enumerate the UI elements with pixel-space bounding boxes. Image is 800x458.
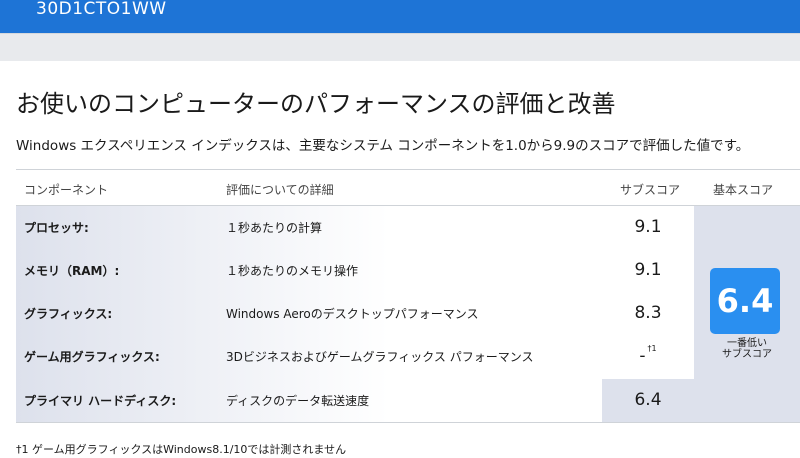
header-basescore: 基本スコア	[713, 183, 774, 197]
header-subscore: サブスコア	[620, 183, 681, 197]
score-table: コンポーネント 評価についての詳細 サブスコア 基本スコア プロセッサ: １秒あ…	[16, 169, 800, 423]
machine-id: 30D1CTO1WW	[36, 0, 167, 19]
table-header: コンポーネント 評価についての詳細 サブスコア 基本スコア	[16, 169, 800, 206]
header-detail: 評価についての詳細	[226, 183, 334, 197]
subscore-text: 8.3	[634, 303, 662, 323]
component-detail: Windows Aeroのデスクトップパフォーマンス	[226, 307, 479, 321]
component-name: プライマリ ハードディスク:	[24, 394, 177, 408]
component-name: ゲーム用グラフィックス:	[24, 350, 160, 364]
table-body: プロセッサ: １秒あたりの計算 9.1 メモリ（RAM）: １秒あたりのメモリ操…	[16, 206, 800, 423]
component-detail: 3Dビジネスおよびゲームグラフィックス パフォーマンス	[226, 350, 534, 364]
footnote: †1 ゲーム用グラフィックスはWindows8.1/10では計測されません	[16, 443, 347, 456]
table-row-processor: プロセッサ: １秒あたりの計算 9.1	[16, 206, 694, 249]
table-row-graphics: グラフィックス: Windows Aeroのデスクトップパフォーマンス 8.3	[16, 292, 694, 335]
base-score-column: 6.4 一番低い サブスコア	[694, 206, 800, 422]
caption-line-1: 一番低い	[727, 338, 767, 349]
subscore-text: 9.1	[634, 260, 662, 280]
component-detail: １秒あたりの計算	[226, 221, 323, 235]
title-bar: 30D1CTO1WW	[0, 0, 800, 33]
page-description: Windows エクスペリエンス インデックスは、主要なシステム コンポーネント…	[16, 138, 750, 154]
subscore-text: 9.1	[634, 217, 662, 237]
subscore-text: 6.4	[634, 390, 662, 410]
subscore-value: 9.1	[602, 206, 694, 249]
component-detail: ディスクのデータ転送速度	[226, 394, 370, 408]
table-row-gaming-graphics: ゲーム用グラフィックス: 3Dビジネスおよびゲームグラフィックス パフォーマンス…	[16, 335, 694, 378]
page-title: お使いのコンピューターのパフォーマンスの評価と改善	[16, 90, 616, 118]
subscore-value: 9.1	[602, 249, 694, 292]
component-name: グラフィックス:	[24, 307, 113, 321]
component-name: メモリ（RAM）:	[24, 264, 120, 278]
base-score-tile: 6.4	[710, 268, 780, 334]
caption-line-2: サブスコア	[722, 349, 772, 360]
toolbar-strip	[0, 33, 800, 61]
table-row-memory: メモリ（RAM）: １秒あたりのメモリ操作 9.1	[16, 249, 694, 292]
subscore-value: - †1	[602, 335, 694, 378]
subscore-value: 6.4	[602, 379, 694, 422]
component-detail: １秒あたりのメモリ操作	[226, 264, 359, 278]
header-component: コンポーネント	[24, 183, 109, 197]
table-row-hard-disk: プライマリ ハードディスク: ディスクのデータ転送速度 6.4	[16, 379, 694, 422]
component-name: プロセッサ:	[24, 221, 89, 235]
base-score-caption: 一番低い サブスコア	[694, 338, 800, 360]
subscore-text: -	[639, 346, 646, 366]
table-bottom-border	[16, 422, 800, 423]
subscore-value: 8.3	[602, 292, 694, 335]
footnote-mark: †1	[647, 344, 657, 353]
